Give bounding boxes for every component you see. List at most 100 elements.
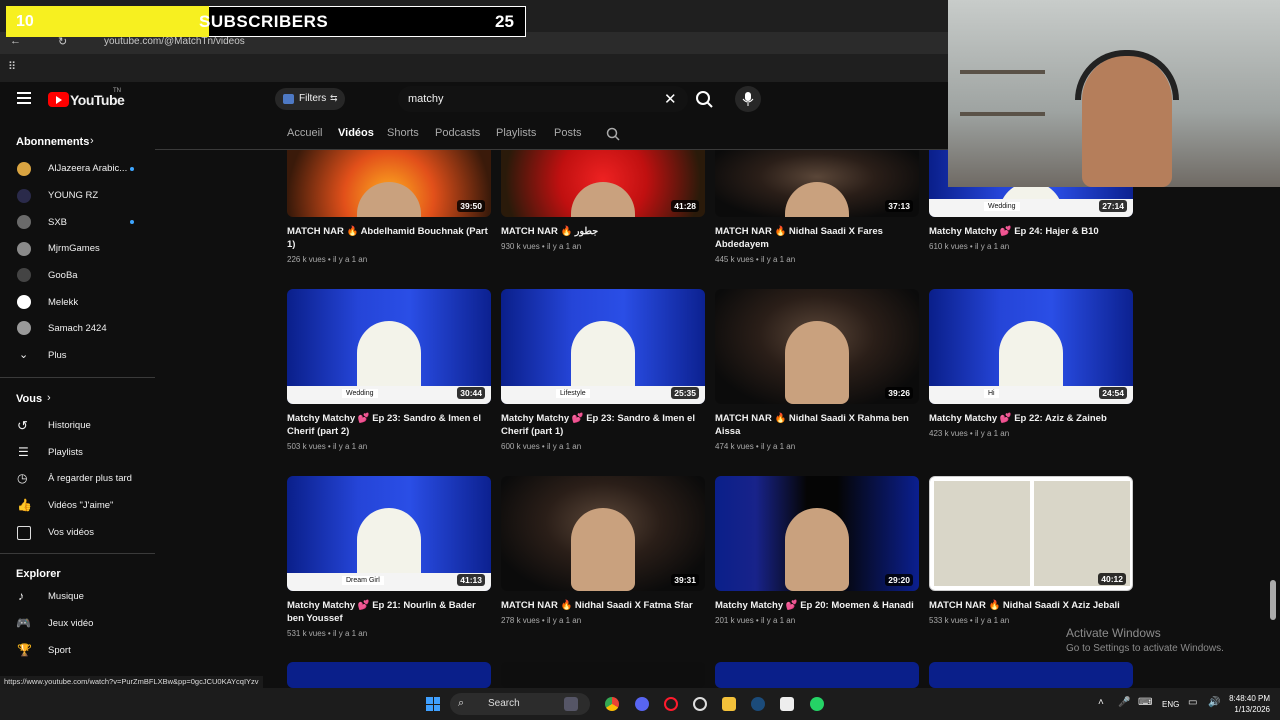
tab-videos[interactable]: Vidéos <box>338 127 374 139</box>
search-input[interactable]: matchy <box>408 93 443 105</box>
sidebar-sub-gooba[interactable]: GooBa <box>48 270 78 281</box>
video-card[interactable]: 39:50 MATCH NAR 🔥 Abdelhamid Bouchnak (Pa… <box>287 150 491 264</box>
youtube-wordmark[interactable]: YouTube <box>70 92 125 108</box>
sidebar-sub-sxb[interactable]: SXB <box>48 217 67 228</box>
clear-search-icon[interactable]: ✕ <box>664 90 677 108</box>
search-icon[interactable] <box>690 86 720 112</box>
video-title[interactable]: Matchy Matchy 💕 Ep 21: Nourlin & Bader b… <box>287 599 491 625</box>
opera-icon[interactable] <box>664 697 678 711</box>
sidebar-sub-melekk[interactable]: Melekk <box>48 297 78 308</box>
video-card[interactable]: 40:12 MATCH NAR 🔥 Nidhal Saadi X Aziz Jeb… <box>929 476 1133 625</box>
volume-icon[interactable]: 🔊 <box>1208 697 1220 708</box>
keyboard-icon[interactable]: ⌨ <box>1138 697 1152 708</box>
video-thumbnail[interactable] <box>287 662 491 688</box>
chevron-down-icon[interactable]: ⌄ <box>19 348 28 361</box>
video-thumbnail[interactable]: 39:31 <box>501 476 705 591</box>
sidebar-item-sport[interactable]: Sport <box>48 645 71 656</box>
video-card[interactable]: Lifestyle 25:35 Matchy Matchy 💕 Ep 23: San… <box>501 289 705 451</box>
taskbar-clock[interactable]: 8:48:40 PM 1/13/2026 <box>1226 693 1270 715</box>
video-title[interactable]: MATCH NAR 🔥 Nidhal Saadi X Aziz Jebali <box>929 599 1133 612</box>
scrollbar-thumb[interactable] <box>1270 580 1276 620</box>
video-card[interactable]: Hi 24:54 Matchy Matchy 💕 Ep 22: Aziz & Zai… <box>929 289 1133 438</box>
tab-shorts[interactable]: Shorts <box>387 127 419 139</box>
language-indicator[interactable]: ENG <box>1162 700 1179 709</box>
chevron-right-icon[interactable]: › <box>47 392 51 404</box>
tab-posts[interactable]: Posts <box>554 127 582 139</box>
video-card[interactable]: 37:13 MATCH NAR 🔥 Nidhal Saadi X Fares Ab… <box>715 150 919 264</box>
sidebar-sub-youngrz[interactable]: YOUNG RZ <box>48 190 98 201</box>
video-thumbnail[interactable]: Lifestyle 25:35 <box>501 289 705 404</box>
video-title[interactable]: Matchy Matchy 💕 Ep 22: Aziz & Zaineb <box>929 412 1133 425</box>
video-thumbnail[interactable]: 37:13 <box>715 150 919 217</box>
sidebar-sub-mjrmgames[interactable]: MjrmGames <box>48 243 100 254</box>
channel-search-icon[interactable] <box>606 127 620 141</box>
sidebar-item-playlists[interactable]: Playlists <box>48 447 83 458</box>
filters-icon <box>283 94 294 104</box>
video-title[interactable]: MATCH NAR 🔥 Abdelhamid Bouchnak (Part 1) <box>287 225 491 251</box>
video-card[interactable]: 41:28 MATCH NAR 🔥 جطور 930 k vues • il y a… <box>501 150 705 251</box>
video-title[interactable]: MATCH NAR 🔥 Nidhal Saadi X Fatma Sfar <box>501 599 705 612</box>
video-thumbnail[interactable]: 39:50 <box>287 150 491 217</box>
video-thumbnail[interactable] <box>715 662 919 688</box>
video-card[interactable]: 29:20 Matchy Matchy 💕 Ep 20: Moemen & Han… <box>715 476 919 625</box>
chatgpt-icon[interactable] <box>693 697 707 711</box>
video-meta: 445 k vues • il y a 1 an <box>715 255 796 264</box>
network-icon[interactable]: ▭ <box>1188 697 1197 708</box>
file-explorer-icon[interactable] <box>564 697 578 711</box>
video-thumbnail[interactable]: Wedding 30:44 <box>287 289 491 404</box>
video-title[interactable]: MATCH NAR 🔥 جطور <box>501 225 705 238</box>
video-meta: 930 k vues • il y a 1 an <box>501 242 582 251</box>
sidebar-item-history[interactable]: Historique <box>48 420 91 431</box>
video-thumbnail[interactable]: 39:26 <box>715 289 919 404</box>
video-card[interactable]: 39:31 MATCH NAR 🔥 Nidhal Saadi X Fatma Sf… <box>501 476 705 625</box>
steam-icon[interactable] <box>751 697 765 711</box>
hamburger-menu-icon[interactable] <box>17 92 31 104</box>
video-meta: 533 k vues • il y a 1 an <box>929 616 1010 625</box>
video-card[interactable]: Dream Girl 41:13 Matchy Matchy 💕 Ep 21: No… <box>287 476 491 638</box>
discord-icon[interactable] <box>635 697 649 711</box>
microphone-icon[interactable]: 🎤 <box>1118 697 1130 708</box>
video-title[interactable]: Matchy Matchy 💕 Ep 20: Moemen & Hanadi <box>715 599 919 612</box>
sidebar-item-watch-later[interactable]: À regarder plus tard <box>48 473 132 484</box>
youtube-logo-icon[interactable] <box>48 92 69 107</box>
url-text[interactable]: youtube.com/@MatchTn/videos <box>104 36 245 47</box>
sidebar-sub-samach[interactable]: Samach 2424 <box>48 323 107 334</box>
video-thumbnail[interactable]: Hi 24:54 <box>929 289 1133 404</box>
tab-podcasts[interactable]: Podcasts <box>435 127 480 139</box>
video-thumbnail[interactable] <box>929 662 1133 688</box>
sidebar-item-music[interactable]: Musique <box>48 591 84 602</box>
folder-icon[interactable] <box>722 697 736 711</box>
apps-grid-icon[interactable]: ⠿ <box>8 60 16 73</box>
tab-home[interactable]: Accueil <box>287 127 322 139</box>
video-meta: 278 k vues • il y a 1 an <box>501 616 582 625</box>
video-title[interactable]: Matchy Matchy 💕 Ep 24: Hajer & B10 <box>929 225 1133 238</box>
capcut-icon[interactable] <box>780 697 794 711</box>
video-thumbnail[interactable]: 29:20 <box>715 476 919 591</box>
whatsapp-icon[interactable] <box>810 697 824 711</box>
thumbnail-person <box>357 182 421 217</box>
windows-start-icon[interactable] <box>426 697 440 711</box>
video-title[interactable]: Matchy Matchy 💕 Ep 23: Sandro & Imen el … <box>501 412 705 438</box>
video-thumbnail[interactable]: 41:28 <box>501 150 705 217</box>
subscriptions-heading[interactable]: Abonnements <box>16 136 89 148</box>
sidebar-item-your-videos[interactable]: Vos vidéos <box>48 527 94 538</box>
sidebar-item-gaming[interactable]: Jeux vidéo <box>48 618 93 629</box>
chevron-up-icon[interactable]: ˄ <box>1098 697 1104 708</box>
sidebar-sub-aljazeera[interactable]: AlJazeera Arabic... <box>48 163 127 174</box>
tab-playlists[interactable]: Playlists <box>496 127 536 139</box>
video-card[interactable]: 39:26 MATCH NAR 🔥 Nidhal Saadi X Rahma be… <box>715 289 919 451</box>
video-duration: 29:20 <box>885 574 913 586</box>
sidebar-show-more[interactable]: Plus <box>48 350 66 361</box>
chevron-right-icon[interactable]: › <box>90 135 94 147</box>
video-thumbnail[interactable]: Dream Girl 41:13 <box>287 476 491 591</box>
microphone-icon <box>742 92 754 106</box>
you-heading[interactable]: Vous <box>16 393 42 405</box>
video-title[interactable]: MATCH NAR 🔥 Nidhal Saadi X Rahma ben Ais… <box>715 412 919 438</box>
video-thumbnail[interactable]: 40:12 <box>929 476 1133 591</box>
video-thumbnail[interactable] <box>501 662 705 688</box>
video-card[interactable]: Wedding 30:44 Matchy Matchy 💕 Ep 23: Sandr… <box>287 289 491 451</box>
video-title[interactable]: Matchy Matchy 💕 Ep 23: Sandro & Imen el … <box>287 412 491 438</box>
video-title[interactable]: MATCH NAR 🔥 Nidhal Saadi X Fares Abdeday… <box>715 225 919 251</box>
chrome-icon[interactable] <box>605 697 619 711</box>
sidebar-item-liked[interactable]: Vidéos "J'aime" <box>48 500 113 511</box>
